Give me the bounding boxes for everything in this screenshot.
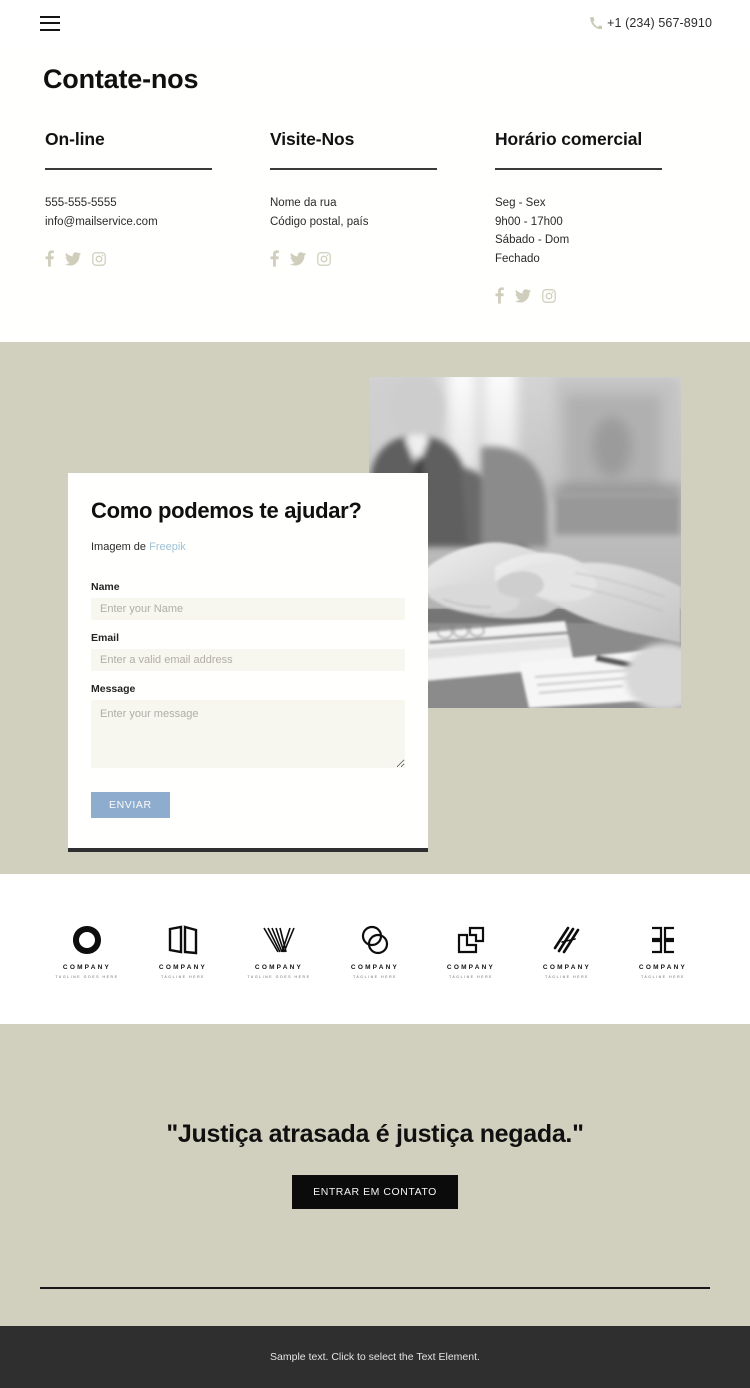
logo-tagline: TAGLINE HERE: [448, 974, 494, 979]
phone-icon: [590, 17, 603, 29]
facebook-icon[interactable]: [495, 287, 504, 304]
instagram-icon[interactable]: [92, 251, 106, 266]
logo-item[interactable]: COMPANY TAGLINE HERE: [146, 920, 220, 979]
open-book-mark-icon: [167, 920, 199, 960]
header-phone-number: +1 (234) 567-8910: [607, 16, 712, 30]
logo-name: COMPANY: [638, 963, 688, 971]
contact-line: Sábado - Dom: [495, 234, 570, 246]
logo-tagline: TAGLINE GOES HERE: [55, 974, 119, 979]
header-phone-link[interactable]: +1 (234) 567-8910: [590, 16, 712, 30]
logo-item[interactable]: COMPANY TAGLINE HERE: [434, 920, 508, 979]
logo-name: COMPANY: [446, 963, 496, 971]
contact-line: Nome da rua: [270, 197, 337, 209]
quote-section: "Justiça atrasada é justiça negada." ENT…: [0, 1024, 750, 1326]
facebook-icon[interactable]: [45, 250, 54, 267]
logo-item[interactable]: COMPANY TAGLINE HERE: [626, 920, 700, 979]
burger-line: [40, 28, 60, 31]
logo-name: COMPANY: [62, 963, 112, 971]
logo-tagline: TAGLINE HERE: [640, 974, 686, 979]
contact-section: Contate-nos On-line 555-555-5555 info@ma…: [0, 46, 750, 342]
column-divider: [495, 168, 662, 170]
site-header: +1 (234) 567-8910: [0, 0, 750, 46]
logo-tagline: TAGLINE HERE: [160, 974, 206, 979]
section-divider: [40, 1287, 710, 1289]
contact-line: Fechado: [495, 252, 540, 265]
twitter-icon[interactable]: [515, 288, 531, 303]
contact-line: Seg - Sex: [495, 197, 546, 209]
message-label: Message: [91, 683, 136, 695]
email-input[interactable]: [91, 649, 405, 671]
logo-item[interactable]: COMPANY TAGLINE HERE: [338, 920, 412, 979]
contact-column-visit: Visite-Nos Nome da rua Código postal, pa…: [270, 129, 437, 304]
logo-tagline: TAGLINE GOES HERE: [247, 974, 311, 979]
column-heading: Visite-Nos: [270, 129, 355, 149]
double-b-mark-icon: [648, 920, 678, 960]
site-footer: Sample text. Click to select the Text El…: [0, 1326, 750, 1388]
contact-cta-button[interactable]: ENTRAR EM CONTATO: [292, 1175, 458, 1209]
social-links: [495, 287, 662, 304]
name-input[interactable]: [91, 598, 405, 620]
burger-line: [40, 15, 60, 18]
form-heading: Como podemos te ajudar?: [91, 498, 362, 523]
contact-line: 9h00 - 17h00: [495, 215, 563, 228]
logo-name: COMPANY: [158, 963, 208, 971]
contact-form-card: Como podemos te ajudar? Imagem de Freepi…: [68, 473, 428, 852]
contact-form-section: Como podemos te ajudar? Imagem de Freepi…: [0, 342, 750, 874]
freepik-link[interactable]: Freepik: [149, 541, 186, 553]
twitter-icon[interactable]: [290, 251, 306, 266]
twitter-icon[interactable]: [65, 251, 81, 266]
ring-mark-icon: [72, 920, 102, 960]
logo-name: COMPANY: [254, 963, 304, 971]
email-field-group: Email: [91, 632, 405, 671]
quote-text: "Justiça atrasada é justiça negada.": [166, 1120, 584, 1148]
cta-container: ENTRAR EM CONTATO: [0, 1175, 750, 1209]
contact-column-hours: Horário comercial Seg - Sex 9h00 - 17h00…: [495, 129, 662, 304]
image-credit: Imagem de Freepik: [91, 541, 405, 553]
burger-line: [40, 22, 60, 24]
column-heading: On-line: [45, 129, 105, 149]
logo-name: COMPANY: [350, 963, 400, 971]
facebook-icon[interactable]: [270, 250, 279, 267]
name-field-group: Name: [91, 581, 405, 620]
contact-line: info@mailservice.com: [45, 215, 158, 228]
instagram-icon[interactable]: [542, 288, 556, 303]
message-textarea[interactable]: [91, 700, 405, 768]
email-label: Email: [91, 632, 120, 644]
image-credit-prefix: Imagem de: [91, 541, 147, 553]
footer-text[interactable]: Sample text. Click to select the Text El…: [270, 1351, 480, 1363]
logo-name: COMPANY: [542, 963, 592, 971]
column-divider: [270, 168, 437, 170]
partner-logos-strip: COMPANY TAGLINE GOES HERE COMPANY TAGLIN…: [0, 874, 750, 1024]
page-title: Contate-nos: [43, 64, 199, 94]
logo-item[interactable]: COMPANY TAGLINE GOES HERE: [50, 920, 124, 979]
contact-columns: On-line 555-555-5555 info@mailservice.co…: [0, 129, 750, 304]
instagram-icon[interactable]: [317, 251, 331, 266]
two-circles-mark-icon: [359, 920, 391, 960]
striped-v-mark-icon: [262, 920, 296, 960]
logo-tagline: TAGLINE HERE: [352, 974, 398, 979]
contact-line: Código postal, país: [270, 215, 369, 228]
column-divider: [45, 168, 212, 170]
logo-tagline: TAGLINE HERE: [544, 974, 590, 979]
name-label: Name: [91, 581, 120, 593]
hamburger-menu-icon[interactable]: [40, 15, 60, 31]
message-field-group: Message: [91, 683, 405, 768]
column-heading: Horário comercial: [495, 129, 643, 149]
submit-button[interactable]: ENVIAR: [91, 792, 170, 818]
contact-line: 555-555-5555: [45, 197, 117, 209]
logo-item[interactable]: COMPANY TAGLINE GOES HERE: [242, 920, 316, 979]
squares-mark-icon: [456, 920, 486, 960]
diagonal-lines-mark-icon: [553, 920, 581, 960]
logo-item[interactable]: COMPANY TAGLINE HERE: [530, 920, 604, 979]
contact-column-online: On-line 555-555-5555 info@mailservice.co…: [45, 129, 212, 304]
social-links: [270, 250, 437, 267]
social-links: [45, 250, 212, 267]
